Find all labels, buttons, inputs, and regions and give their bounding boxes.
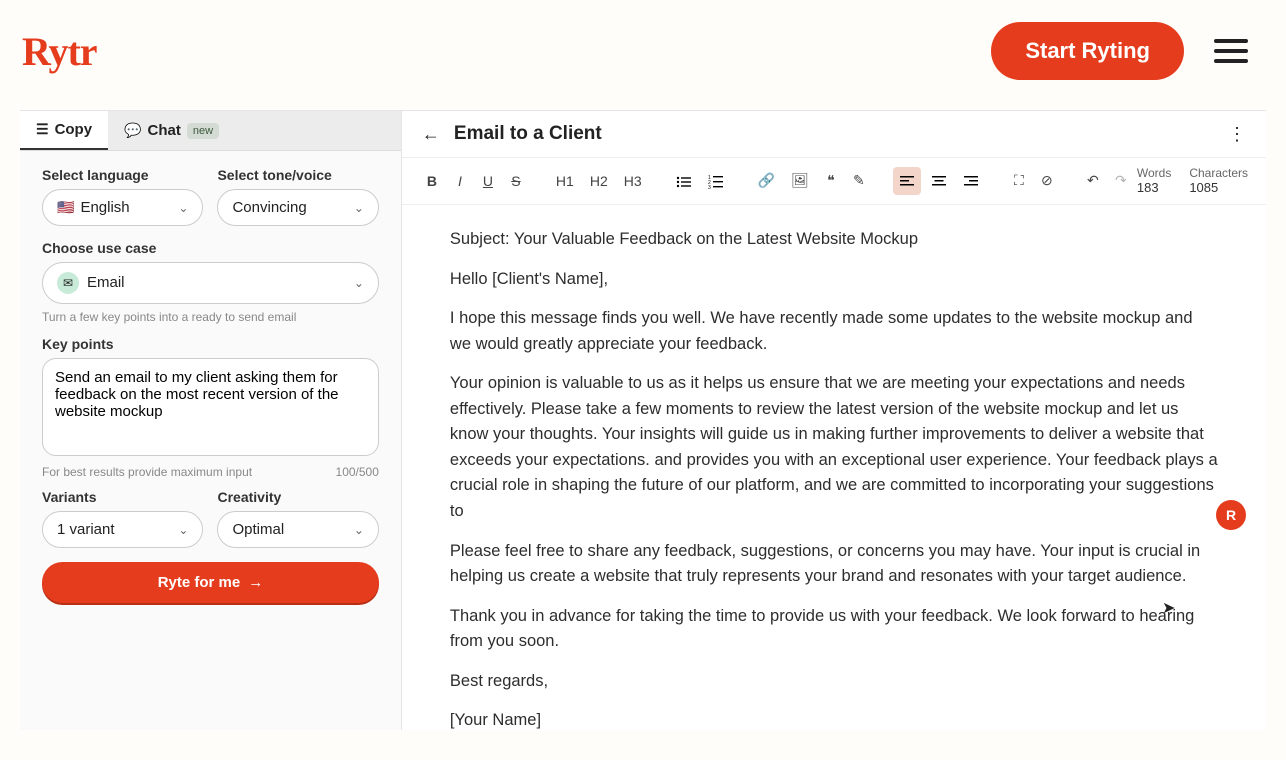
tone-select[interactable]: Convincing ⌄ bbox=[217, 189, 378, 226]
h2-button[interactable]: H2 bbox=[584, 168, 614, 194]
tab-copy[interactable]: ☰ Copy bbox=[20, 111, 108, 150]
align-right-button[interactable] bbox=[957, 167, 985, 194]
creativity-label: Creativity bbox=[217, 489, 378, 505]
chevron-down-icon: ⌄ bbox=[354, 523, 364, 537]
content-line: Subject: Your Valuable Feedback on the L… bbox=[450, 227, 1218, 253]
usecase-label: Choose use case bbox=[42, 240, 379, 256]
content-line: [Your Name] bbox=[450, 708, 1218, 730]
tone-label: Select tone/voice bbox=[217, 167, 378, 183]
content-line: Hello [Client's Name], bbox=[450, 267, 1218, 293]
language-value: English bbox=[80, 199, 129, 216]
sidebar: ☰ Copy 💬 Chat new Select language 🇺🇸 Engl… bbox=[20, 111, 402, 730]
h1-button[interactable]: H1 bbox=[550, 168, 580, 194]
variants-select[interactable]: 1 variant ⌄ bbox=[42, 511, 203, 548]
new-badge: new bbox=[187, 123, 219, 139]
redo-button[interactable]: ↷ bbox=[1109, 167, 1133, 194]
variants-value: 1 variant bbox=[57, 521, 115, 538]
highlight-button[interactable]: ✎ bbox=[847, 167, 871, 194]
undo-button[interactable]: ↶ bbox=[1081, 167, 1105, 194]
chars-value: 1085 bbox=[1189, 180, 1248, 196]
chevron-down-icon: ⌄ bbox=[178, 201, 188, 215]
bold-button[interactable]: B bbox=[420, 168, 444, 194]
content-line: Thank you in advance for taking the time… bbox=[450, 604, 1218, 655]
language-select[interactable]: 🇺🇸 English ⌄ bbox=[42, 189, 203, 226]
align-center-button[interactable] bbox=[925, 167, 953, 194]
clear-format-button[interactable]: ⊘ bbox=[1035, 167, 1059, 194]
creativity-select[interactable]: Optimal ⌄ bbox=[217, 511, 378, 548]
underline-button[interactable]: U bbox=[476, 168, 500, 194]
cursor-icon: ➤ bbox=[1162, 598, 1175, 618]
number-list-button[interactable]: 123 bbox=[702, 167, 730, 194]
h3-button[interactable]: H3 bbox=[618, 168, 648, 194]
menu-icon[interactable] bbox=[1214, 39, 1248, 63]
back-arrow-icon[interactable]: ← bbox=[422, 124, 440, 145]
editor-content[interactable]: Subject: Your Valuable Feedback on the L… bbox=[402, 205, 1266, 730]
keypoints-label: Key points bbox=[42, 336, 379, 352]
creativity-value: Optimal bbox=[232, 521, 284, 538]
content-line: Best regards, bbox=[450, 669, 1218, 695]
chevron-down-icon: ⌄ bbox=[354, 201, 364, 215]
keypoints-input[interactable] bbox=[42, 358, 379, 456]
document-title: Email to a Client bbox=[454, 123, 602, 145]
strike-button[interactable]: S bbox=[504, 168, 528, 194]
more-menu-icon[interactable]: ⋮ bbox=[1228, 124, 1246, 145]
start-ryting-button[interactable]: Start Ryting bbox=[991, 22, 1184, 80]
image-button[interactable]: 🖼 bbox=[785, 167, 815, 194]
toolbar: B I U S H1 H2 H3 123 🔗 🖼 ❝ ✎ ⛶ ⊘ ↶ ↷ bbox=[402, 158, 1266, 205]
editor: ← Email to a Client ⋮ B I U S H1 H2 H3 1… bbox=[402, 111, 1266, 730]
usecase-helper: Turn a few key points into a ready to se… bbox=[42, 310, 379, 324]
flag-icon: 🇺🇸 bbox=[57, 199, 74, 215]
logo[interactable]: Rytr bbox=[22, 28, 97, 75]
usecase-select[interactable]: ✉ Email ⌄ bbox=[42, 262, 379, 304]
content-line: Your opinion is valuable to us as it hel… bbox=[450, 371, 1218, 524]
usecase-value: Email bbox=[87, 274, 125, 291]
bullet-list-button[interactable] bbox=[670, 167, 698, 194]
content-line: I hope this message finds you well. We h… bbox=[450, 306, 1218, 357]
keypoints-helper: For best results provide maximum input bbox=[42, 465, 252, 479]
svg-text:3: 3 bbox=[708, 185, 711, 190]
italic-button[interactable]: I bbox=[448, 168, 472, 194]
ryte-button[interactable]: Ryte for me → bbox=[42, 562, 379, 603]
content-line: Please feel free to share any feedback, … bbox=[450, 539, 1218, 590]
arrow-right-icon: → bbox=[248, 574, 263, 591]
expand-button[interactable]: ⛶ bbox=[1007, 167, 1031, 194]
copy-icon: ☰ bbox=[36, 121, 49, 138]
chevron-down-icon: ⌄ bbox=[178, 523, 188, 537]
link-button[interactable]: 🔗 bbox=[752, 167, 781, 194]
chars-label: Characters bbox=[1189, 166, 1248, 180]
chevron-down-icon: ⌄ bbox=[354, 276, 364, 290]
tab-copy-label: Copy bbox=[55, 121, 93, 138]
variants-label: Variants bbox=[42, 489, 203, 505]
chat-icon: 💬 bbox=[124, 122, 141, 139]
ryte-button-label: Ryte for me bbox=[158, 574, 241, 591]
keypoints-counter: 100/500 bbox=[336, 465, 379, 479]
tab-chat-label: Chat bbox=[148, 122, 181, 139]
language-label: Select language bbox=[42, 167, 203, 183]
quote-button[interactable]: ❝ bbox=[819, 167, 843, 194]
email-icon: ✉ bbox=[57, 272, 79, 294]
words-label: Words bbox=[1137, 166, 1171, 180]
words-value: 183 bbox=[1137, 180, 1171, 196]
tone-value: Convincing bbox=[232, 199, 306, 216]
tab-chat[interactable]: 💬 Chat new bbox=[108, 112, 235, 149]
align-left-button[interactable] bbox=[893, 167, 921, 194]
brand-badge[interactable]: R bbox=[1216, 500, 1246, 530]
